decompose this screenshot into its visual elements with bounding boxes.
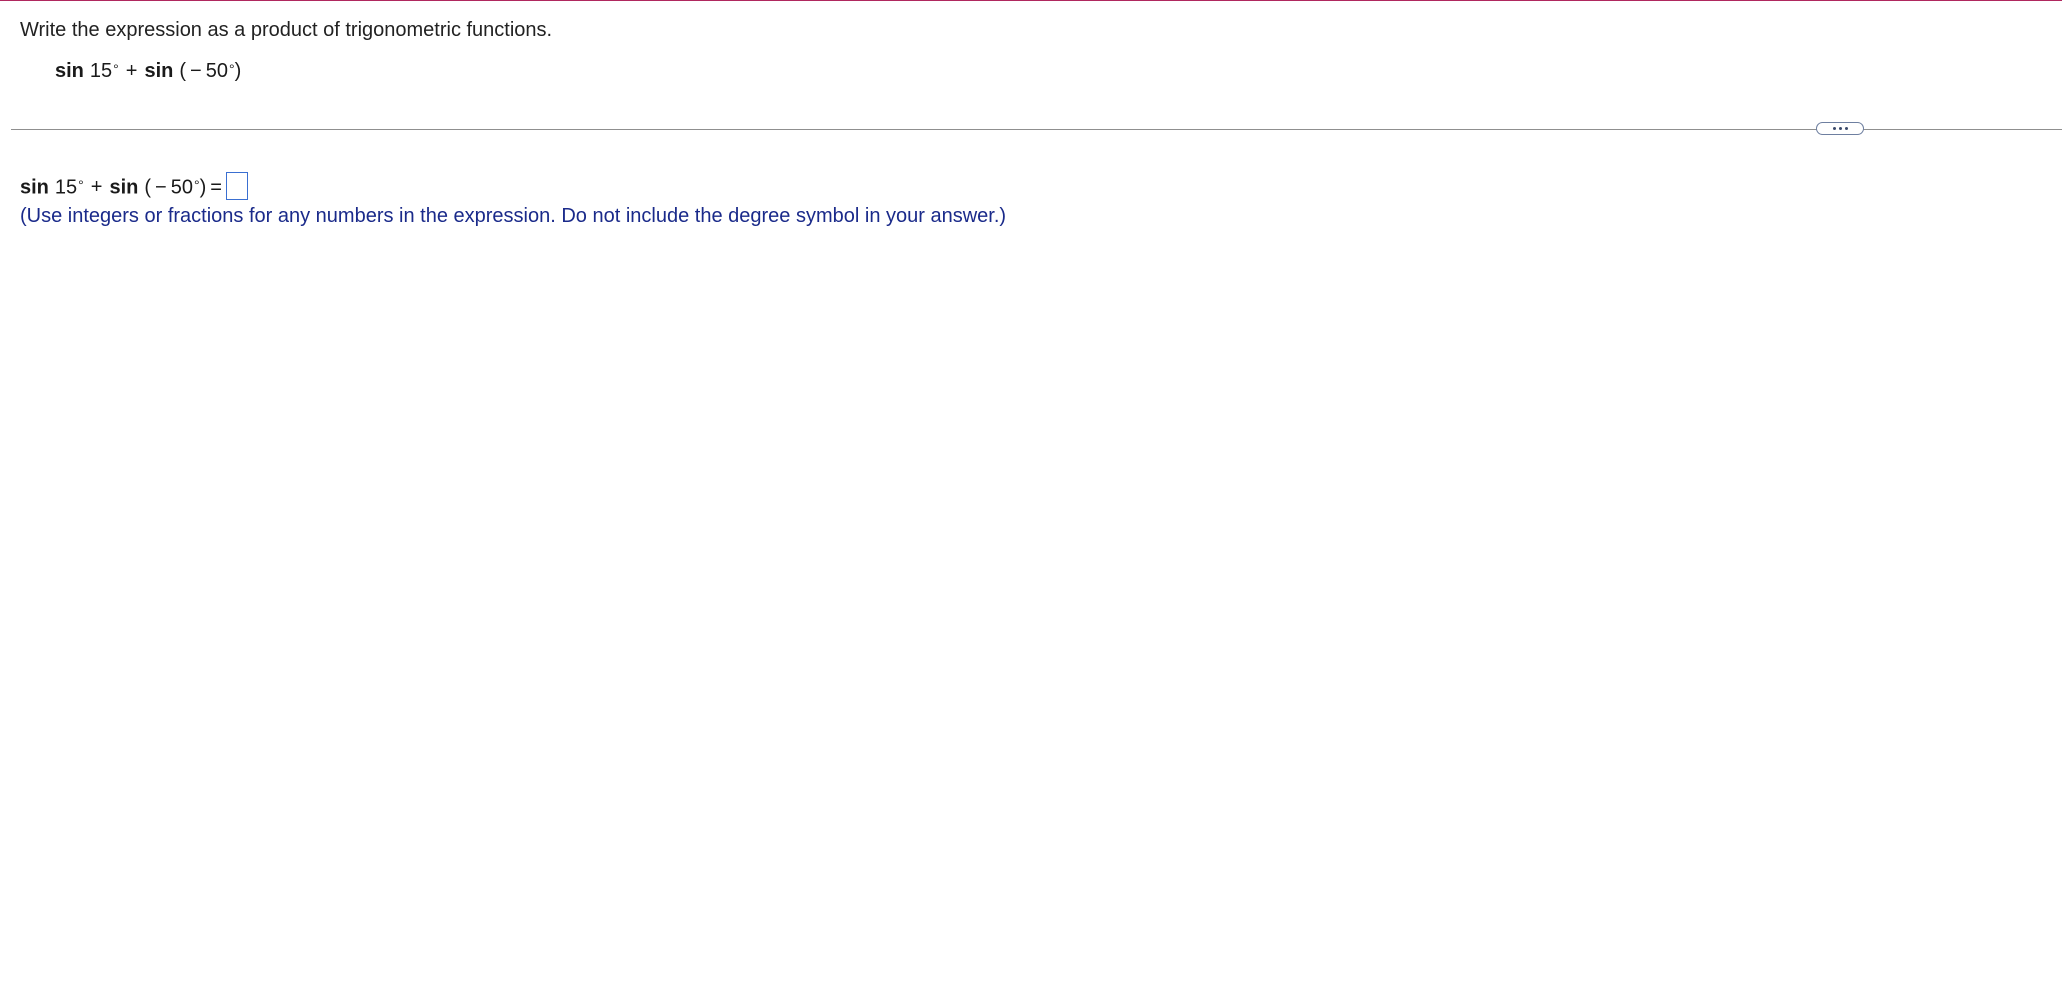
argument-value: 15 xyxy=(89,60,113,82)
ellipsis-icon xyxy=(1844,127,1848,130)
ellipsis-icon xyxy=(1838,127,1842,130)
answer-input[interactable] xyxy=(225,172,248,200)
close-paren: ) xyxy=(199,176,207,199)
given-expression: sin 15° + sin(−50°) xyxy=(55,58,241,84)
degree-symbol: ° xyxy=(78,177,84,193)
function-name: sin xyxy=(109,176,139,199)
section-divider xyxy=(11,129,2062,130)
argument-value: 50 xyxy=(205,60,228,82)
argument-value: 15 xyxy=(54,176,78,199)
plus-operator: + xyxy=(125,60,138,82)
answer-hint: (Use integers or fractions for any numbe… xyxy=(20,205,1007,227)
equals-sign: = xyxy=(210,176,222,199)
close-paren: ) xyxy=(234,60,242,82)
expand-more-button[interactable] xyxy=(1816,122,1864,135)
function-name: sin xyxy=(20,176,49,199)
function-name: sin xyxy=(55,60,84,82)
answer-expression: sin 15° + sin(−50°) = xyxy=(20,172,248,202)
ellipsis-icon xyxy=(1832,127,1836,130)
top-accent-rule xyxy=(0,0,2062,1)
question-area: Write the expression as a product of tri… xyxy=(20,17,2020,43)
plus-operator: + xyxy=(90,176,103,199)
question-instruction: Write the expression as a product of tri… xyxy=(20,19,553,41)
argument-value: 50 xyxy=(170,176,193,199)
degree-symbol: ° xyxy=(193,177,200,193)
open-paren: ( xyxy=(179,60,187,82)
degree-symbol: ° xyxy=(113,61,119,77)
degree-symbol: ° xyxy=(228,61,235,77)
negative-sign: − xyxy=(155,176,167,199)
negative-sign: − xyxy=(190,60,202,82)
open-paren: ( xyxy=(144,176,152,199)
function-name: sin xyxy=(144,60,174,82)
